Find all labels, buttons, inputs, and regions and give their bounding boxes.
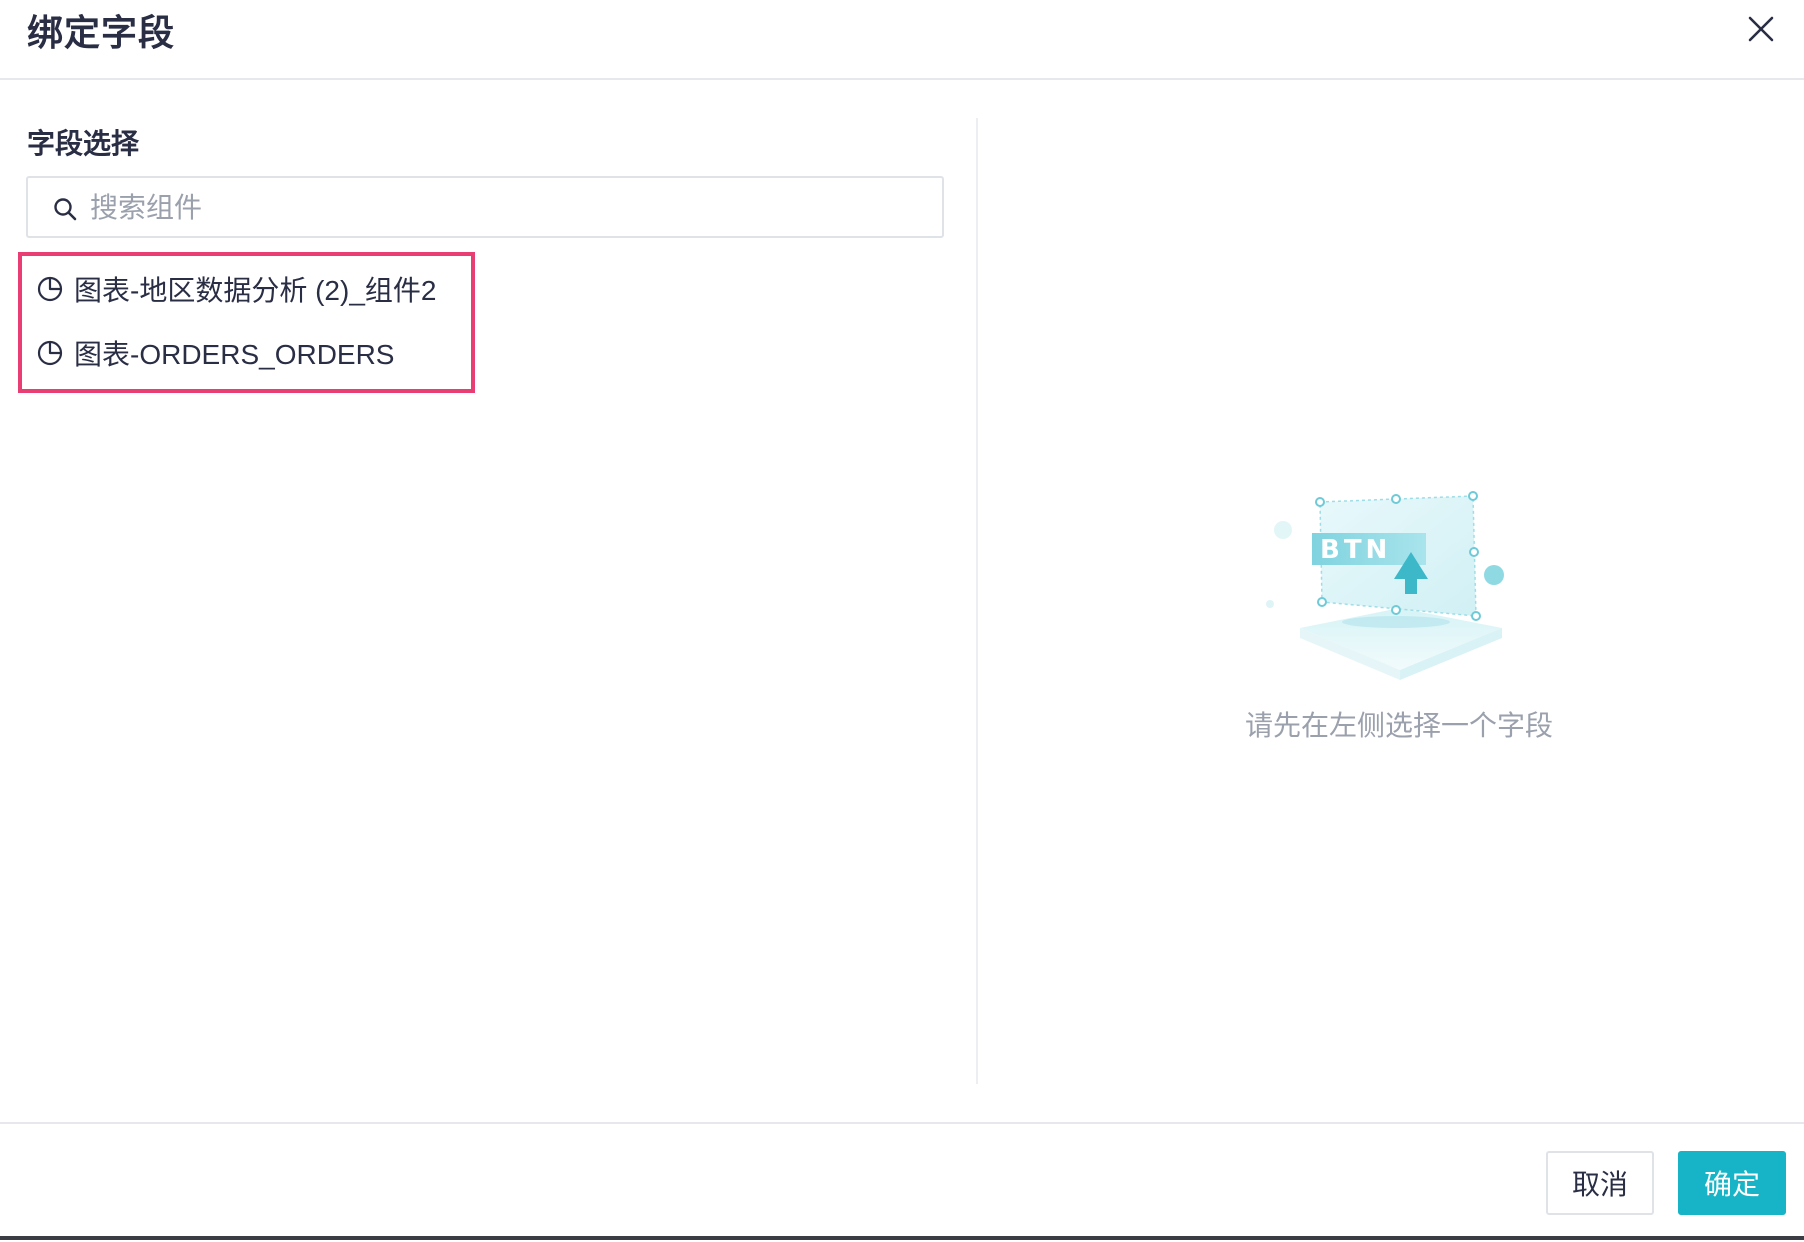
search-input[interactable] <box>88 186 912 230</box>
search-box[interactable] <box>26 176 944 238</box>
close-icon <box>1748 16 1774 42</box>
close-button[interactable] <box>1742 10 1780 48</box>
field-item-label: 图表-地区数据分析 (2)_组件2 <box>74 275 437 306</box>
dialog-title: 绑定字段 <box>27 12 176 53</box>
window-bottom-edge <box>0 1236 1804 1240</box>
field-item[interactable]: 图表-地区数据分析 (2)_组件2 <box>36 264 436 314</box>
search-icon <box>54 198 77 221</box>
field-item-label: 图表-ORDERS_ORDERS <box>74 339 395 370</box>
dialog-footer: 取消 确定 <box>0 1122 1804 1242</box>
empty-state-message: 请先在左侧选择一个字段 <box>1244 710 1553 741</box>
dialog-header: 绑定字段 <box>0 0 1804 80</box>
confirm-button[interactable]: 确定 <box>1678 1151 1786 1215</box>
illustration-btn-text: BTN <box>1320 535 1391 565</box>
cancel-button[interactable]: 取消 <box>1546 1151 1654 1215</box>
field-item[interactable]: 图表-ORDERS_ORDERS <box>36 328 394 378</box>
pie-chart-icon <box>37 276 63 302</box>
section-title: 字段选择 <box>27 128 140 159</box>
empty-state-illustration: BTN <box>1266 491 1504 680</box>
pie-chart-icon <box>37 340 63 366</box>
bind-field-dialog: 绑定字段 字段选择 图表-地区数据分析 (2)_组件2 图表-ORDERS_OR… <box>0 0 1804 1240</box>
panel-divider <box>976 118 978 1084</box>
